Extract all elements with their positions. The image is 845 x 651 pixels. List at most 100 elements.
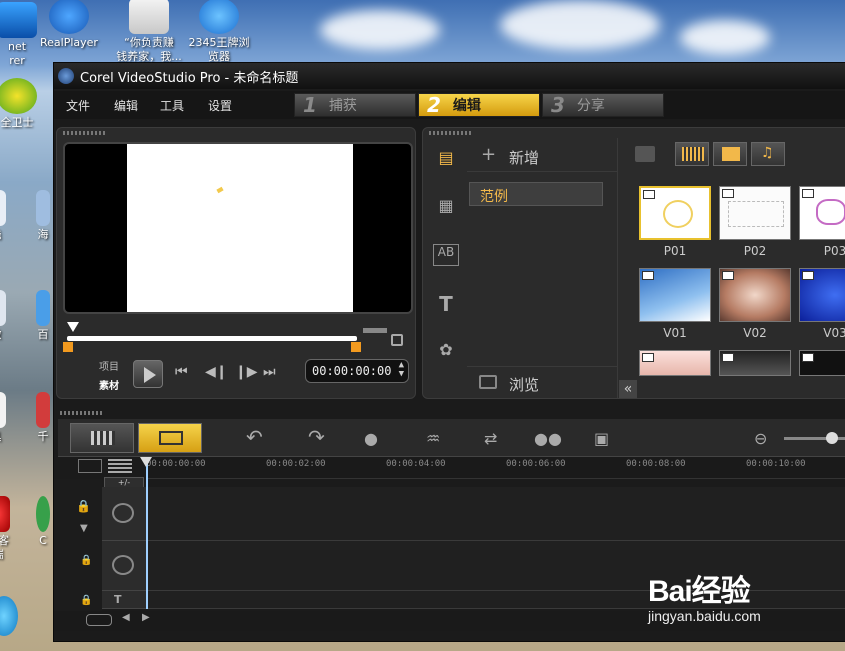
spinner-icon[interactable]: ▲ ▼ — [399, 361, 404, 379]
film-track-icon[interactable] — [78, 459, 102, 473]
slider-icon[interactable] — [363, 328, 387, 333]
undo-icon[interactable]: ↶ — [246, 425, 263, 449]
menu-file[interactable]: 文件 — [66, 97, 90, 114]
transition-icon[interactable]: ▦ — [433, 196, 459, 218]
text-icon[interactable]: T — [433, 292, 459, 316]
play-icon — [144, 367, 156, 383]
thumb-row3-a[interactable] — [639, 350, 711, 376]
video-filter-button[interactable] — [675, 142, 709, 166]
timecode-field[interactable]: 00:00:00:00 ▲ ▼ — [305, 359, 409, 383]
timeline-view-button[interactable] — [138, 423, 202, 453]
mode-project[interactable]: 项目 — [99, 358, 119, 373]
video-tag-icon — [802, 353, 814, 362]
video-track[interactable] — [146, 487, 845, 541]
video-tag-icon — [642, 353, 654, 362]
divider — [617, 138, 618, 398]
play-button[interactable] — [133, 360, 163, 388]
desktop-icon-g[interactable]: 号客 端 — [0, 496, 20, 562]
step-share-tab[interactable]: 3 分享 — [542, 93, 664, 117]
record-icon[interactable]: ● — [364, 429, 378, 448]
app-icon — [36, 496, 50, 532]
playhead[interactable] — [146, 459, 148, 609]
step-edit-tab[interactable]: 2 编辑 — [418, 93, 540, 117]
scrub-head-icon[interactable] — [67, 322, 79, 332]
cloud — [680, 20, 770, 55]
media-library-icon[interactable]: ▤ — [433, 148, 459, 170]
overlay-track-icon — [112, 555, 134, 575]
image-filter-button[interactable] — [713, 142, 747, 166]
thumb-p02[interactable] — [719, 186, 791, 240]
desktop-icon-a[interactable]: 浅 — [0, 190, 16, 242]
fit-icon[interactable] — [86, 614, 112, 626]
expand-icon[interactable]: ▼ — [80, 523, 88, 534]
home-icon[interactable]: ⏮ — [175, 364, 188, 380]
folder-icon[interactable] — [635, 146, 655, 162]
overlay-track-head[interactable] — [102, 541, 146, 591]
playhead-marker-icon[interactable] — [140, 457, 152, 467]
title-ab-icon[interactable]: AB — [433, 244, 459, 266]
menu-edit[interactable]: 编辑 — [114, 97, 138, 114]
redo-icon[interactable]: ↷ — [308, 425, 325, 449]
thumb-v02[interactable] — [719, 268, 791, 322]
desktop-icon-document[interactable]: “你负责赚 钱养家，我... — [114, 0, 184, 64]
next-frame-icon[interactable]: ❙▶ — [235, 364, 258, 380]
thumb-row3-b[interactable] — [719, 350, 791, 376]
thumb-p01[interactable] — [639, 186, 711, 240]
audio-filter-button[interactable]: ♫ — [751, 142, 785, 166]
desktop-icon-c[interactable]: 撒 — [0, 290, 16, 342]
lock-icon[interactable]: 🔒 — [80, 555, 92, 566]
desktop-icon-security[interactable]: 全卫士 — [0, 78, 52, 130]
menu-settings[interactable]: 设置 — [208, 97, 232, 114]
audio-mixer-icon[interactable]: ♒ — [426, 429, 440, 448]
enlarge-icon[interactable] — [391, 334, 403, 346]
step-label: 分享 — [576, 98, 605, 114]
end-icon[interactable]: ⏭ — [263, 364, 276, 380]
list-icon[interactable] — [108, 459, 132, 473]
thumb-label: V02 — [743, 326, 767, 340]
lock-icon[interactable]: 🔒 — [80, 595, 92, 606]
thumb-v03[interactable] — [799, 268, 845, 322]
thumb-p03[interactable] — [799, 186, 845, 240]
scrub-bar[interactable] — [67, 336, 357, 341]
tick-label: 00:00:00:00 — [146, 459, 206, 469]
trim-end-handle[interactable] — [351, 342, 361, 352]
desktop-icon-realplayer[interactable]: RealPlayer — [34, 0, 104, 50]
desktop-icon-2345-browser[interactable]: 2345王牌浏 览器 — [184, 0, 254, 64]
track-manager-icon[interactable]: ●● — [534, 429, 562, 448]
add-folder-button[interactable]: + 新增 — [467, 138, 617, 172]
collapse-library-icon[interactable]: « — [619, 380, 637, 398]
watermark-url: jingyan.baidu.com — [648, 608, 761, 624]
menu-tools[interactable]: 工具 — [160, 97, 184, 114]
app-logo-icon — [58, 68, 74, 84]
folder-item-samples[interactable]: 范例 — [469, 182, 603, 206]
file-icon — [0, 190, 6, 226]
tick-label: 00:00:08:00 — [626, 459, 686, 469]
panel-grip[interactable] — [63, 131, 107, 135]
title-track-head[interactable]: T — [102, 591, 146, 609]
scroll-right-icon[interactable]: ▶ — [142, 612, 150, 623]
thumb-v01[interactable] — [639, 268, 711, 322]
step-capture-tab[interactable]: 1 捕获 — [294, 93, 416, 117]
panel-grip[interactable] — [429, 131, 473, 135]
lock-icon[interactable]: 🔒 — [76, 499, 91, 513]
storyboard-view-button[interactable] — [70, 423, 134, 453]
mode-clip[interactable]: 素材 — [99, 377, 119, 392]
chapter-icon[interactable]: ▣ — [594, 429, 609, 448]
browse-icon — [479, 375, 497, 389]
thumb-label: V03 — [823, 326, 845, 340]
zoom-slider-thumb[interactable] — [826, 432, 838, 444]
zoom-out-icon[interactable]: ⊖ — [754, 429, 767, 448]
auto-music-icon[interactable]: ⇄ — [484, 429, 497, 448]
timeline-grip[interactable] — [60, 411, 104, 415]
browse-button[interactable]: 浏览 — [467, 366, 617, 398]
scroll-left-icon[interactable]: ◀ — [122, 612, 130, 623]
previous-frame-icon[interactable]: ◀❙ — [205, 364, 228, 380]
trim-start-handle[interactable] — [63, 342, 73, 352]
video-tag-icon — [722, 271, 734, 280]
video-track-head[interactable] — [102, 487, 146, 541]
file-icon — [36, 290, 50, 326]
graphics-icon[interactable]: ✿ — [433, 340, 459, 362]
desktop-icon-e[interactable]: 具 — [0, 392, 16, 444]
desktop-icon-circle[interactable] — [0, 596, 18, 636]
thumb-row3-c[interactable] — [799, 350, 845, 376]
